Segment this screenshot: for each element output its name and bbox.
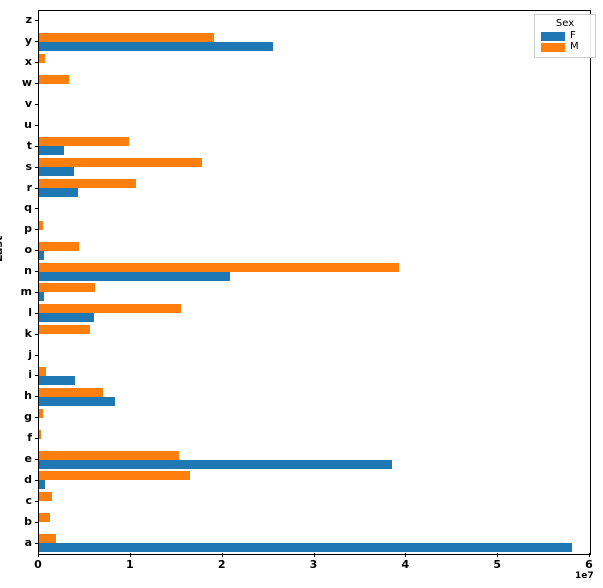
legend-label-M: M — [570, 41, 579, 52]
y-tick-mark-a — [34, 542, 38, 544]
y-tick-mark-x — [34, 62, 38, 64]
y-tick-label-b: b — [24, 514, 32, 528]
y-tick-label-r: r — [26, 180, 32, 194]
y-tick-label-a: a — [24, 535, 32, 549]
y-tick-label-w: w — [21, 76, 32, 90]
x-tick-mark-0 — [38, 553, 39, 557]
y-tick-mark-z — [34, 20, 38, 22]
x-axis-ticks: 0 1 2 3 4 5 6 — [34, 553, 593, 588]
chart-figure: Last zyxwvutsrqponmlkjihgfedcba 0123456 … — [0, 0, 603, 588]
x-tick-mark-6 — [589, 553, 590, 557]
y-tick-mark-b — [34, 521, 38, 523]
y-tick-label-c: c — [25, 493, 32, 507]
x-tick-label-6: 6 — [585, 558, 593, 571]
y-tick-mark-w — [34, 83, 38, 85]
y-tick-label-t: t — [26, 138, 32, 152]
x-tick-mark-3 — [313, 553, 315, 557]
x-tick-mark-5 — [497, 553, 499, 557]
x-tick-mark-2 — [221, 553, 223, 557]
y-tick-mark-v — [34, 103, 38, 105]
y-tick-label-v: v — [24, 96, 32, 110]
legend-swatch-F — [541, 31, 565, 41]
legend-item-M[interactable]: M — [541, 42, 589, 52]
x-axis-offset-label: 1e7 — [575, 571, 594, 581]
legend-item-F[interactable]: F — [541, 31, 589, 41]
y-tick-label-o: o — [24, 243, 32, 257]
y-tick-label-x: x — [24, 55, 32, 69]
x-tick-label-3: 3 — [309, 558, 318, 571]
y-tick-mark-h — [34, 396, 38, 398]
y-tick-mark-l — [34, 312, 38, 314]
y-tick-mark-y — [34, 41, 38, 43]
y-tick-label-l: l — [28, 305, 32, 319]
y-tick-label-d: d — [24, 472, 32, 486]
y-tick-mark-u — [34, 124, 38, 126]
y-tick-label-m: m — [20, 284, 32, 298]
y-tick-label-n: n — [24, 264, 32, 278]
y-tick-mark-m — [34, 291, 38, 293]
legend-label-F: F — [570, 30, 576, 41]
y-tick-mark-p — [34, 229, 38, 231]
y-tick-label-y: y — [24, 34, 32, 48]
x-tick-mark-4 — [405, 553, 407, 557]
y-tick-label-i: i — [28, 368, 32, 382]
y-tick-mark-g — [34, 417, 38, 419]
y-tick-label-h: h — [24, 389, 32, 403]
y-tick-label-g: g — [24, 410, 32, 424]
y-tick-label-z: z — [25, 13, 32, 27]
x-tick-mark-1 — [129, 553, 131, 557]
x-tick-label-2: 2 — [217, 558, 226, 571]
y-tick-label-s: s — [25, 159, 32, 173]
x-tick-label-1: 1 — [126, 558, 134, 571]
y-tick-mark-t — [34, 145, 38, 147]
y-tick-mark-e — [34, 459, 38, 461]
y-tick-mark-i — [34, 375, 38, 377]
y-tick-mark-r — [34, 187, 38, 189]
y-tick-mark-o — [34, 250, 38, 252]
y-tick-mark-f — [34, 438, 38, 440]
legend: Sex FM — [534, 14, 596, 58]
legend-entries: FM — [541, 31, 589, 52]
y-tick-mark-j — [34, 354, 38, 356]
y-tick-label-e: e — [24, 452, 32, 466]
y-axis-ticks: zyxwvutsrqponmlkjihgfedcba — [21, 10, 589, 553]
x-tick-label-4: 4 — [401, 558, 410, 571]
legend-swatch-M — [541, 42, 565, 52]
y-tick-label-p: p — [24, 222, 32, 236]
y-tick-label-q: q — [24, 201, 32, 215]
legend-title: Sex — [555, 18, 575, 29]
y-tick-label-f: f — [27, 431, 32, 445]
y-tick-mark-c — [34, 500, 38, 502]
x-tick-label-0: 0 — [34, 558, 42, 571]
y-tick-label-j: j — [28, 347, 32, 361]
y-tick-label-u: u — [24, 117, 32, 131]
y-tick-mark-n — [34, 271, 38, 273]
y-tick-mark-k — [34, 333, 38, 335]
y-tick-label-k: k — [24, 326, 32, 340]
x-tick-label-5: 5 — [493, 558, 501, 571]
y-tick-mark-d — [34, 479, 38, 481]
y-tick-mark-q — [34, 208, 38, 210]
y-tick-mark-s — [34, 166, 38, 168]
